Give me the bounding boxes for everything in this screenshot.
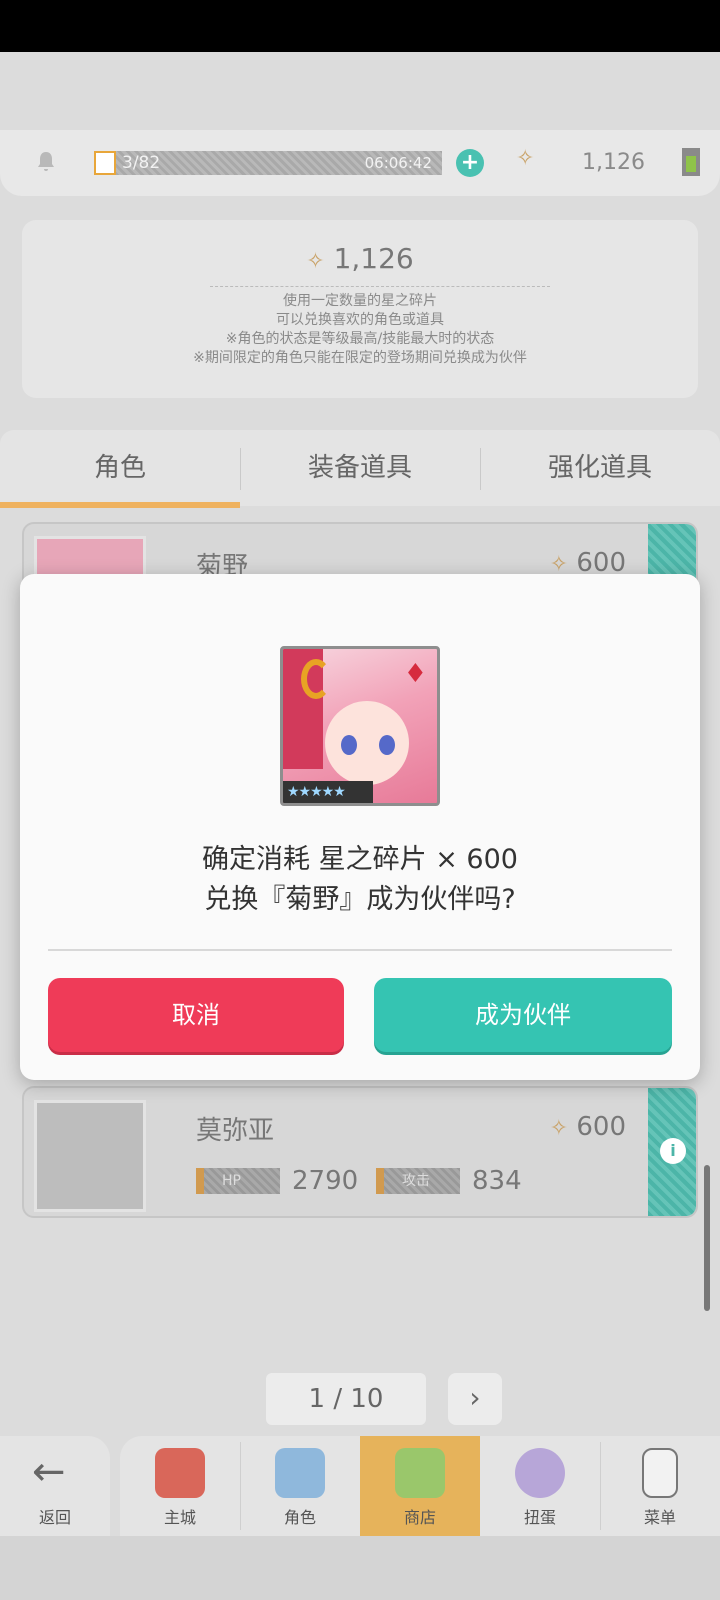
nav-label: 角色 bbox=[283, 1508, 316, 1527]
character-portrait bbox=[34, 1100, 146, 1212]
nav-bar: 主城 角色 商店 扭蛋 菜单 bbox=[120, 1436, 720, 1536]
shop-icon bbox=[395, 1448, 445, 1498]
back-label: 返回 bbox=[38, 1508, 71, 1527]
add-stamina-button[interactable]: + bbox=[456, 149, 484, 177]
character-portrait: ♦ ★★★★★ bbox=[280, 646, 440, 806]
nav-label: 主城 bbox=[163, 1508, 196, 1527]
bottom-strip bbox=[0, 1536, 720, 1600]
diamond-suit-icon: ♦ bbox=[403, 659, 427, 689]
nav-label: 扭蛋 bbox=[523, 1508, 556, 1527]
castle-icon bbox=[155, 1448, 205, 1498]
info-description: 使用一定数量的星之碎片 可以兑换喜欢的角色或道具 ※角色的状态是等级最高/技能最… bbox=[22, 292, 698, 368]
info-icon[interactable]: i bbox=[660, 1138, 686, 1164]
portrait-face bbox=[325, 701, 409, 785]
star-shard-icon: ✧ bbox=[549, 1116, 569, 1141]
dialog-line-2: 兑换『菊野』成为伙伴吗? bbox=[204, 884, 516, 915]
active-tab-indicator bbox=[0, 502, 240, 508]
confirm-dialog: ♦ ★★★★★ 确定消耗 星之碎片 × 600 兑换『菊野』成为伙伴吗? 取消 … bbox=[20, 574, 700, 1080]
info-line: ※期间限定的角色只能在限定的登场期间兑换成为伙伴 bbox=[193, 350, 527, 366]
nav-item-gacha[interactable]: 扭蛋 bbox=[480, 1436, 600, 1536]
info-line: 使用一定数量的星之碎片 bbox=[283, 293, 437, 309]
confirm-partner-button[interactable]: 成为伙伴 bbox=[374, 978, 672, 1052]
hp-value: 2790 bbox=[292, 1166, 359, 1196]
shop-info-panel: ✧ 1,126 使用一定数量的星之碎片 可以兑换喜欢的角色或道具 ※角色的状态是… bbox=[22, 220, 698, 398]
dialog-message: 确定消耗 星之碎片 × 600 兑换『菊野』成为伙伴吗? bbox=[20, 840, 700, 920]
gacha-icon bbox=[515, 1448, 565, 1498]
tab-characters[interactable]: 角色 bbox=[0, 430, 240, 506]
info-divider bbox=[210, 286, 550, 287]
character-name: 莫弥亚 bbox=[196, 1116, 275, 1146]
tab-enhance-items[interactable]: 强化道具 bbox=[480, 430, 720, 506]
nav-item-shop[interactable]: 商店 bbox=[360, 1436, 480, 1536]
hp-label: HP bbox=[196, 1168, 280, 1194]
character-price-value: 600 bbox=[576, 1112, 626, 1142]
attack-value: 834 bbox=[472, 1166, 522, 1196]
top-resource-bar: 3/82 06:06:42 + ✧ 1,126 bbox=[0, 130, 720, 196]
portrait-eye bbox=[341, 735, 357, 755]
nav-label: 菜单 bbox=[643, 1508, 676, 1527]
stamina-bar: 3/82 06:06:42 bbox=[94, 151, 442, 175]
dialog-divider bbox=[48, 949, 672, 951]
star-shard-icon: ✧ bbox=[306, 249, 325, 274]
stamina-timer: 06:06:42 bbox=[364, 154, 432, 172]
battery-icon bbox=[682, 148, 700, 176]
shop-tabs: 角色 装备道具 强化道具 bbox=[0, 430, 720, 508]
tab-equipment[interactable]: 装备道具 bbox=[240, 430, 480, 506]
bell-icon[interactable] bbox=[34, 150, 58, 174]
star-shard-icon: ✧ bbox=[516, 146, 535, 171]
next-page-button[interactable]: › bbox=[448, 1373, 502, 1425]
stamina-text: 3/82 bbox=[122, 153, 161, 173]
info-shard-value: 1,126 bbox=[333, 242, 414, 275]
info-shard-count: ✧ 1,126 bbox=[22, 242, 698, 275]
star-rating: ★★★★★ bbox=[283, 781, 373, 803]
back-arrow-icon: ← bbox=[32, 1449, 66, 1495]
list-scrollbar[interactable] bbox=[704, 1165, 710, 1311]
star-shard-count: 1,126 bbox=[582, 150, 645, 175]
info-line: 可以兑换喜欢的角色或道具 bbox=[276, 312, 444, 328]
menu-icon bbox=[642, 1448, 678, 1498]
nav-item-characters[interactable]: 角色 bbox=[240, 1436, 360, 1536]
character-icon bbox=[275, 1448, 325, 1498]
portrait-eye bbox=[379, 735, 395, 755]
card-info-strip[interactable]: i bbox=[648, 1088, 696, 1216]
attack-label: 攻击 bbox=[376, 1168, 460, 1194]
nav-label: 商店 bbox=[403, 1508, 436, 1527]
character-price: ✧ 600 bbox=[550, 1112, 626, 1142]
cancel-button[interactable]: 取消 bbox=[48, 978, 344, 1052]
info-line: ※角色的状态是等级最高/技能最大时的状态 bbox=[225, 331, 495, 347]
nav-item-castle[interactable]: 主城 bbox=[120, 1436, 240, 1536]
bottom-nav: ← 返回 主城 角色 商店 扭蛋 菜单 bbox=[0, 1436, 720, 1600]
character-card[interactable]: 莫弥亚 ✧ 600 HP 2790 攻击 834 i bbox=[22, 1086, 698, 1218]
status-bar bbox=[0, 0, 720, 52]
nav-item-menu[interactable]: 菜单 bbox=[600, 1436, 720, 1536]
dialog-line-1: 确定消耗 星之碎片 × 600 bbox=[202, 844, 518, 875]
lightning-icon bbox=[94, 151, 116, 175]
back-button[interactable]: ← 返回 bbox=[0, 1436, 110, 1536]
page-indicator: 1 / 10 bbox=[266, 1373, 426, 1425]
portrait-horn bbox=[301, 659, 331, 699]
